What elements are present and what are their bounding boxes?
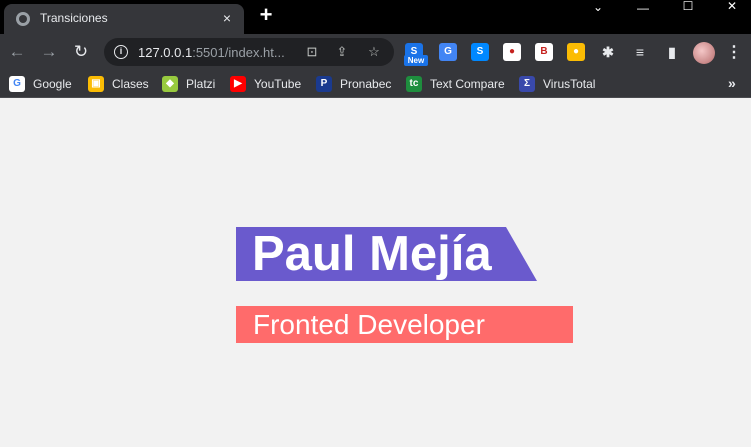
share-icon[interactable]: ⇪ xyxy=(334,44,350,60)
tab-title: Transiciones xyxy=(40,11,108,25)
shazam-extension-icon[interactable]: S xyxy=(471,43,489,61)
globe-icon xyxy=(16,12,30,26)
window-titlebar: Transiciones × + ⌄ — ☐ ✕ xyxy=(0,0,751,34)
tab-search-chevron-icon[interactable]: ⌄ xyxy=(588,1,608,15)
back-button[interactable]: ← xyxy=(6,41,28,63)
bookmark-label: Clases xyxy=(112,77,149,91)
maximize-button[interactable]: ☐ xyxy=(678,0,698,14)
browser-toolbar: ← → ↻ i 127.0.0.1:5501/index.ht... ⊡ ⇪ ☆… xyxy=(0,34,751,70)
color-picker-extension-icon[interactable]: ● xyxy=(567,43,585,61)
hero-name: Paul Mejía xyxy=(252,227,492,281)
profile-avatar[interactable] xyxy=(693,42,715,64)
google-icon: G xyxy=(9,76,25,92)
bookmark-label: Platzi xyxy=(186,77,216,91)
bookmark-item[interactable]: ▣ Clases xyxy=(88,76,149,92)
bookmark-item[interactable]: Σ VirusTotal xyxy=(519,76,595,92)
media-queue-icon[interactable]: ≡ xyxy=(631,43,649,61)
bookmark-label: YouTube xyxy=(254,77,302,91)
new-badge: New xyxy=(404,55,428,66)
bookmark-label: VirusTotal xyxy=(543,77,596,91)
virustotal-icon: Σ xyxy=(519,76,535,92)
tab-close-icon[interactable]: × xyxy=(218,9,236,27)
platzi-icon: ◆ xyxy=(162,76,178,92)
classroom-icon: ▣ xyxy=(88,76,104,92)
close-window-button[interactable]: ✕ xyxy=(722,0,742,14)
b-extension-icon[interactable]: B xyxy=(535,43,553,61)
bookmark-item[interactable]: tc Text Compare xyxy=(406,76,505,92)
bookmark-label: Text Compare xyxy=(430,77,505,91)
translate-icon[interactable]: ⊡ xyxy=(304,44,320,60)
forward-button[interactable]: → xyxy=(38,41,60,63)
puzzle-icon[interactable]: ✱ xyxy=(599,43,617,61)
bookmark-item[interactable]: P Pronabec xyxy=(316,76,391,92)
url-text[interactable]: 127.0.0.1:5501/index.ht... xyxy=(138,45,285,60)
youtube-icon: ▶ xyxy=(230,76,246,92)
site-info-icon[interactable]: i xyxy=(114,45,128,59)
bookmark-label: Google xyxy=(33,77,72,91)
url-host: 127.0.0.1 xyxy=(138,45,193,60)
url-path: :5501/index.ht... xyxy=(192,45,285,60)
bookmarks-overflow-button[interactable]: » xyxy=(728,75,736,91)
minimize-button[interactable]: — xyxy=(633,2,653,16)
bookmark-item[interactable]: ▶ YouTube xyxy=(230,76,301,92)
bookmark-label: Pronabec xyxy=(340,77,392,91)
address-bar[interactable]: i 127.0.0.1:5501/index.ht... ⊡ ⇪ ☆ xyxy=(104,38,394,66)
pronabec-icon: P xyxy=(316,76,332,92)
record-extension-icon[interactable]: ● xyxy=(503,43,521,61)
browser-menu-icon[interactable]: ⋮ xyxy=(726,42,742,64)
hero-role: Fronted Developer xyxy=(253,309,485,340)
side-panel-icon[interactable]: ▮ xyxy=(663,43,681,61)
bookmarks-bar: G Google ▣ Clases ◆ Platzi ▶ YouTube P Pronabec tc… xyxy=(0,70,751,98)
text-compare-icon: tc xyxy=(406,76,422,92)
new-tab-button[interactable]: + xyxy=(255,4,277,27)
bookmark-star-icon[interactable]: ☆ xyxy=(366,44,382,60)
reload-button[interactable]: ↻ xyxy=(70,41,92,63)
bookmark-item[interactable]: ◆ Platzi xyxy=(162,76,215,92)
translate-extension-icon[interactable]: G xyxy=(439,43,457,61)
bookmark-item[interactable]: G Google xyxy=(9,76,72,92)
tab-transiciones[interactable]: Transiciones × xyxy=(4,4,244,34)
